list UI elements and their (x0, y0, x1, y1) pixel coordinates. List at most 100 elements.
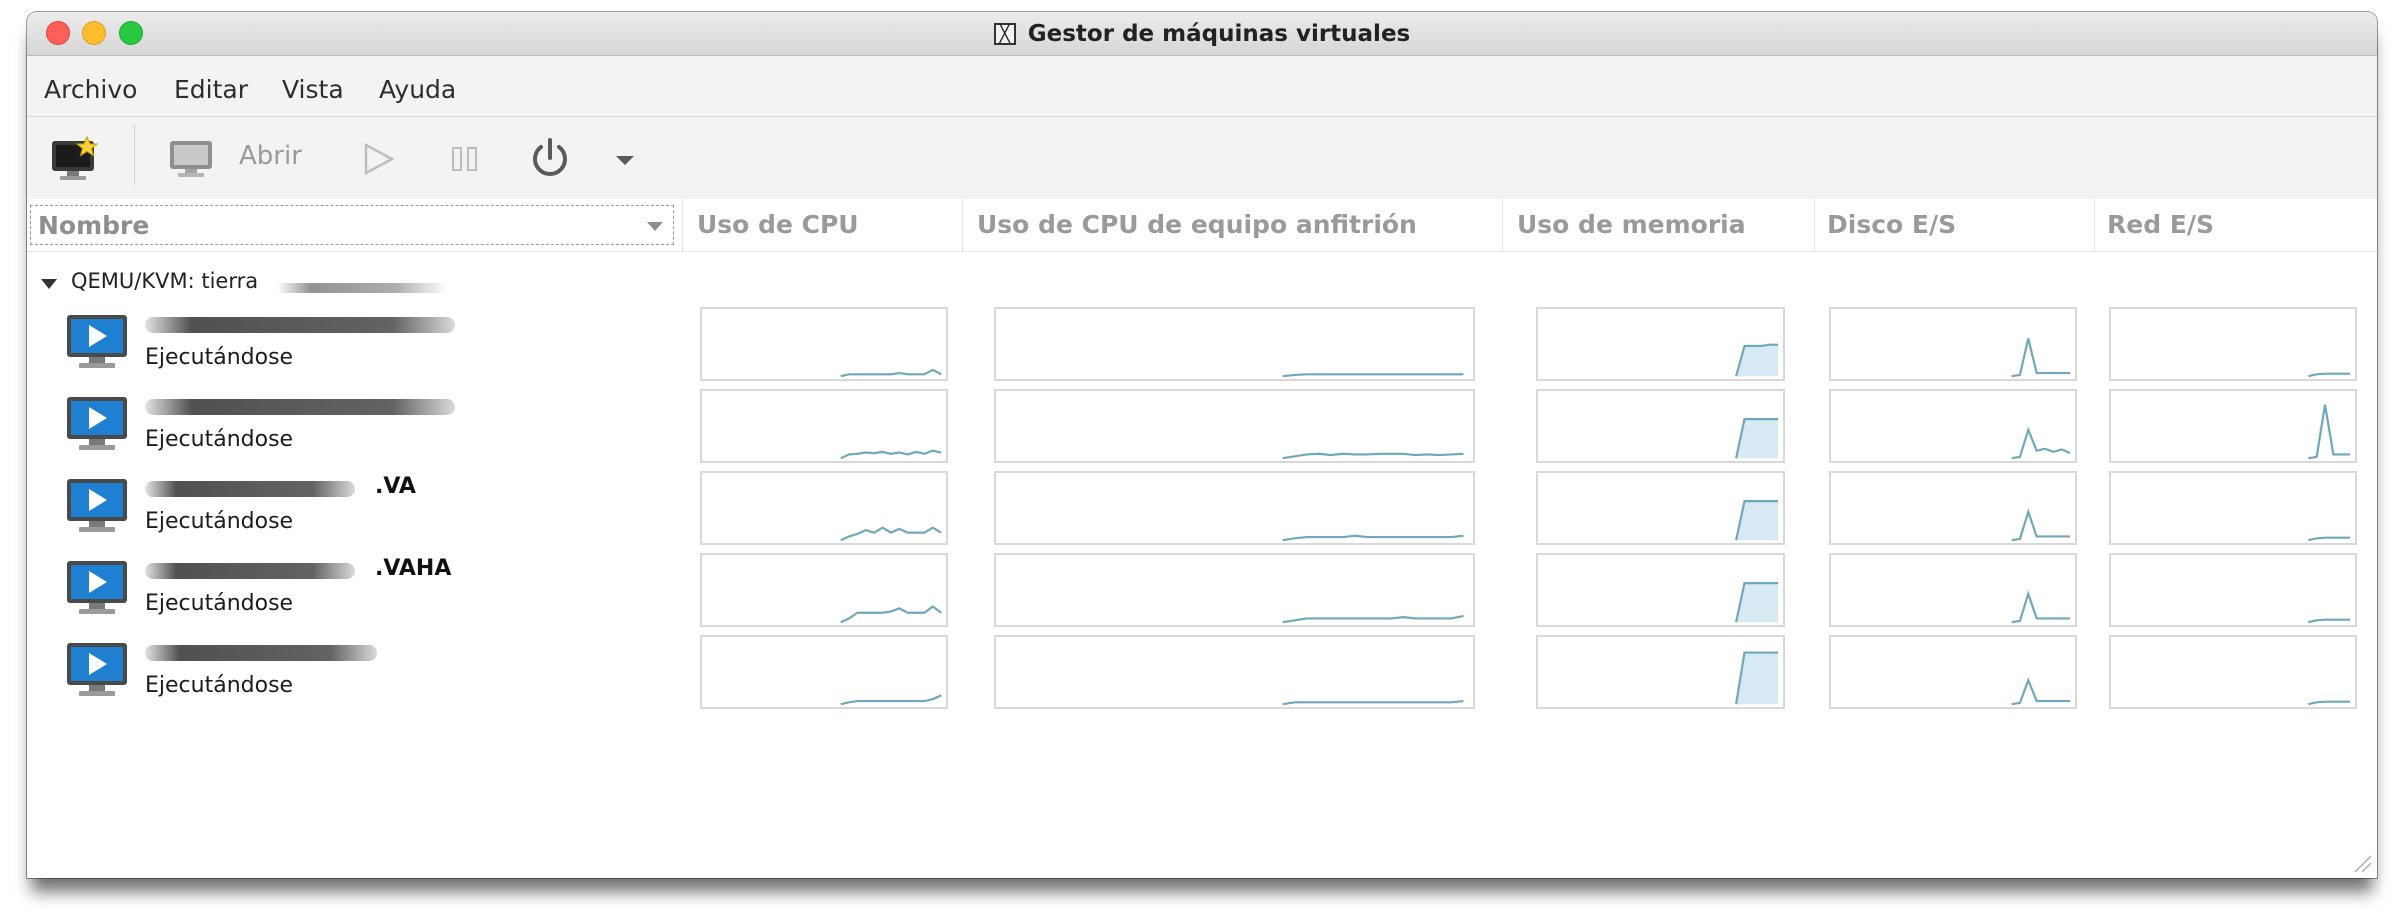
redacted-hostname (277, 283, 447, 293)
x11-app-icon: ╳ (993, 22, 1016, 45)
vm-name-suffix: .VA (375, 474, 416, 499)
redacted-vm-name (145, 317, 455, 333)
net-sparkline (2111, 391, 2355, 461)
connection-label: QEMU/KVM: tierra (71, 269, 259, 293)
open-label: Abrir (239, 141, 302, 171)
host-cpu-sparkline-line (1283, 616, 1464, 622)
column-separator (682, 199, 683, 251)
vm-row[interactable]: .VA Ejecutándose (27, 469, 2377, 551)
memory-sparkline (1538, 309, 1783, 379)
column-separator (2094, 199, 2095, 251)
disk-graph (1829, 471, 2077, 545)
pause-button[interactable] (447, 141, 483, 177)
vm-row[interactable]: Ejecutándose (27, 633, 2377, 715)
memory-graph (1536, 307, 1785, 381)
disk-sparkline-line (2012, 512, 2071, 540)
vm-running-icon (67, 479, 127, 532)
net-sparkline (2111, 473, 2355, 543)
cpu-graph (700, 471, 948, 545)
disk-sparkline-line (2012, 594, 2071, 622)
run-button[interactable] (360, 141, 396, 177)
monitor-icon (170, 141, 212, 177)
vm-running-icon (67, 643, 127, 696)
memory-graph (1536, 389, 1785, 463)
cpu-sparkline-line (841, 370, 941, 376)
cpu-sparkline (702, 637, 946, 707)
resize-grip-icon[interactable] (2349, 850, 2373, 874)
monitor-new-icon (52, 135, 99, 180)
new-vm-button[interactable] (49, 135, 99, 180)
memory-sparkline (1538, 473, 1783, 543)
redacted-vm-name (145, 399, 455, 415)
host-cpu-sparkline (996, 309, 1473, 379)
disk-sparkline (1831, 309, 2075, 379)
redacted-vm-name (145, 481, 355, 497)
net-graph (2109, 471, 2357, 545)
disk-sparkline (1831, 637, 2075, 707)
app-window: ╳ Gestor de máquinas virtuales Archivo E… (27, 12, 2377, 878)
vm-row[interactable]: Ejecutándose (27, 387, 2377, 469)
vm-status: Ejecutándose (145, 427, 294, 452)
vm-status: Ejecutándose (145, 345, 294, 370)
vm-row[interactable]: .VAHA Ejecutándose (27, 551, 2377, 633)
vm-status: Ejecutándose (145, 591, 294, 616)
memory-graph (1536, 471, 1785, 545)
cpu-sparkline (702, 391, 946, 461)
vm-status: Ejecutándose (145, 673, 294, 698)
cpu-sparkline-line (841, 528, 941, 541)
vm-name-suffix: .VAHA (375, 556, 452, 581)
cpu-sparkline (702, 309, 946, 379)
cpu-graph (700, 635, 948, 709)
column-header-name-label: Nombre (38, 211, 150, 240)
redacted-vm-name (145, 645, 377, 661)
host-cpu-sparkline (996, 637, 1473, 707)
cpu-sparkline-line (841, 695, 941, 704)
column-header-net[interactable]: Red E/S (2107, 210, 2214, 239)
net-graph (2109, 389, 2357, 463)
memory-graph (1536, 635, 1785, 709)
vm-row[interactable]: Ejecutándose (27, 305, 2377, 387)
column-header-name[interactable]: Nombre (30, 205, 674, 245)
disk-sparkline (1831, 473, 2075, 543)
menu-bar: Archivo Editar Vista Ayuda (27, 56, 2377, 117)
redacted-vm-name (145, 563, 355, 579)
shutdown-menu-button[interactable] (613, 151, 637, 171)
host-cpu-sparkline-line (1283, 454, 1464, 458)
toolbar: Abrir (27, 117, 2377, 199)
vm-list: Nombre Uso de CPU Uso de CPU de equipo a… (27, 199, 2377, 878)
host-cpu-graph (994, 553, 1475, 627)
host-cpu-sparkline-line (1283, 701, 1464, 704)
window-title: Gestor de máquinas virtuales (1027, 20, 1411, 47)
host-cpu-sparkline (996, 555, 1473, 625)
host-cpu-sparkline (996, 391, 1473, 461)
column-header-disk[interactable]: Disco E/S (1827, 210, 1956, 239)
pause-icon (452, 147, 477, 171)
column-header-memory[interactable]: Uso de memoria (1517, 210, 1746, 239)
vm-status: Ejecutándose (145, 509, 294, 534)
memory-sparkline (1538, 637, 1783, 707)
net-sparkline-line (2308, 702, 2350, 705)
chevron-down-icon (616, 156, 634, 165)
cpu-graph (700, 389, 948, 463)
column-header-bar: Nombre Uso de CPU Uso de CPU de equipo a… (27, 199, 2377, 252)
column-header-cpu[interactable]: Uso de CPU (697, 210, 859, 239)
host-cpu-sparkline-line (1283, 536, 1464, 540)
host-cpu-graph (994, 389, 1475, 463)
cpu-sparkline-line (841, 606, 941, 622)
host-cpu-graph (994, 307, 1475, 381)
cpu-graph (700, 553, 948, 627)
vm-running-icon (67, 315, 127, 368)
expander-arrow-icon[interactable] (41, 279, 57, 289)
column-header-host-cpu[interactable]: Uso de CPU de equipo anfitrión (977, 210, 1417, 239)
disk-sparkline (1831, 391, 2075, 461)
power-icon (533, 138, 567, 176)
cpu-sparkline (702, 555, 946, 625)
menu-vista[interactable]: Vista (282, 75, 344, 104)
menu-editar[interactable]: Editar (174, 75, 248, 104)
host-cpu-graph (994, 471, 1475, 545)
column-separator (1502, 199, 1503, 251)
menu-archivo[interactable]: Archivo (44, 75, 137, 104)
shutdown-button[interactable] (526, 135, 574, 183)
menu-ayuda[interactable]: Ayuda (379, 75, 456, 104)
net-graph (2109, 635, 2357, 709)
